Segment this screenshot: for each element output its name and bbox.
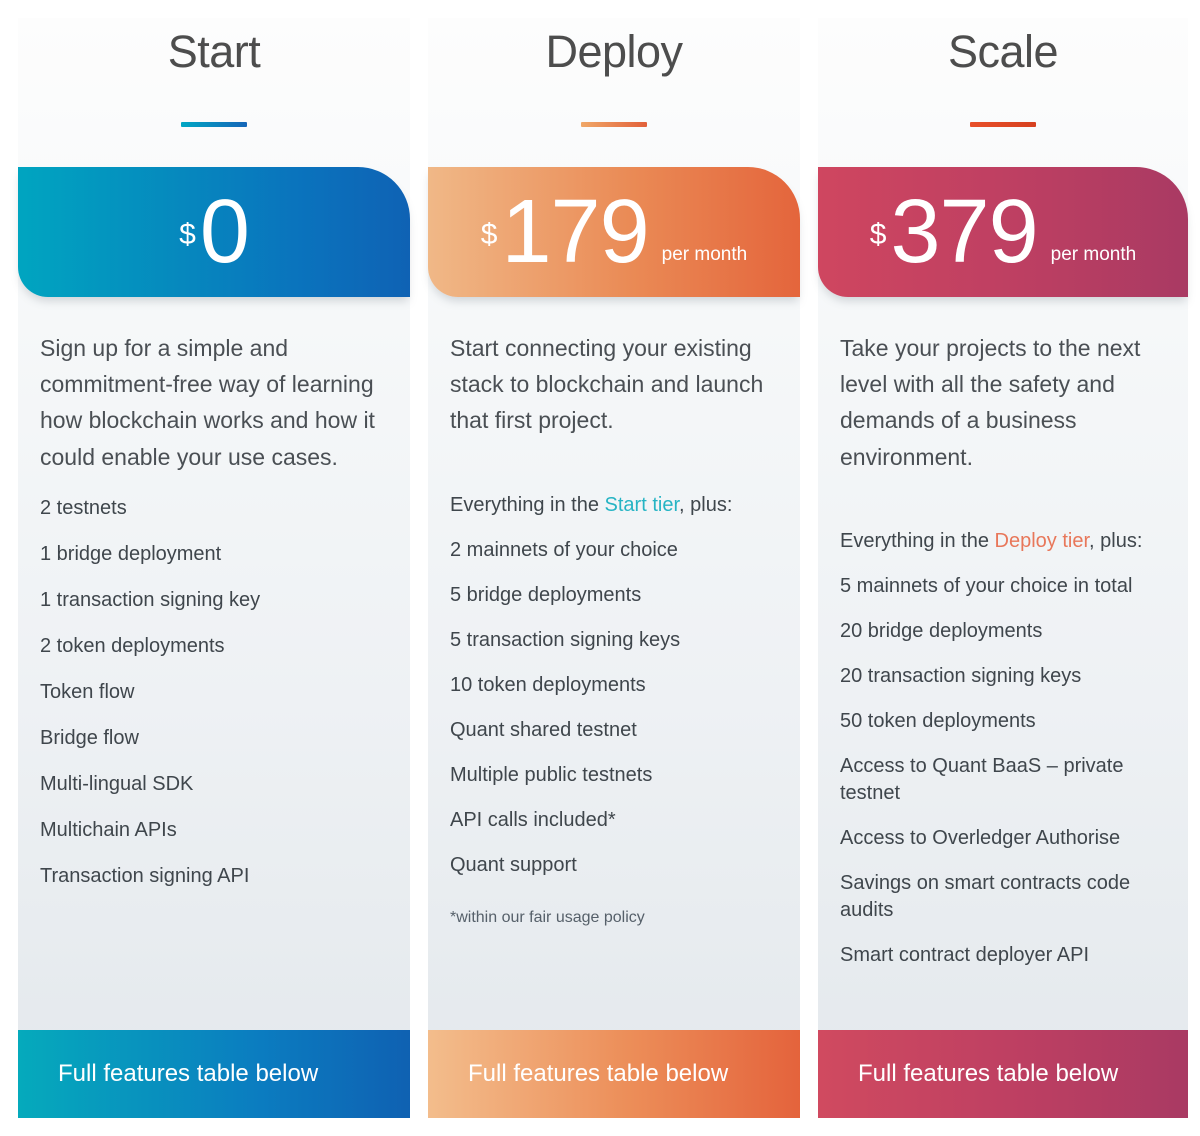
currency-symbol-scale: $ [869,217,887,251]
price-banner-deploy: $ 179 per month [428,167,800,298]
feature-item: Multi-lingual SDK [40,772,194,795]
pricing-table: Start $ 0 Sign up for a simple and commi… [0,0,1200,1136]
tier-body-scale: Take your projects to the next level wit… [818,297,1188,1030]
tier-body-start: Sign up for a simple and commitment-free… [18,297,410,1030]
tier-header-scale: Scale [818,18,1188,128]
feature-item: 1 bridge deployment [40,542,222,565]
feature-item: 2 testnets [40,496,127,519]
feature-item: Access to Quant BaaS – private testnet [840,754,1124,804]
feature-item: 2 mainnets of your choice [450,538,678,561]
price-row-deploy: $ 179 per month [480,181,748,282]
price-amount-deploy: 179 [501,181,649,282]
feature-item: API calls included* [450,808,616,831]
price-banner-scale: $ 379 per month [818,167,1188,298]
price-banner-wrap-deploy: $ 179 per month [428,167,800,298]
accent-bar-scale [970,122,1036,128]
tier-description-scale: Take your projects to the next level wit… [840,335,1141,470]
feature-item: 10 token deployments [450,673,646,696]
tier-header-deploy: Deploy [428,18,800,128]
feature-item: 5 mainnets of your choice in total [840,574,1133,597]
feature-item: 2 token deployments [40,634,225,657]
full-features-table-link-start[interactable]: Full features table below [18,1030,410,1118]
feature-list-deploy: 2 mainnets of your choice 5 bridge deplo… [450,537,778,879]
feature-item: Smart contract deployer API [840,943,1090,966]
feature-item: Token flow [40,680,135,703]
tier-title-scale: Scale [947,26,1059,77]
feature-item: Multiple public testnets [450,763,653,786]
price-amount-scale: 379 [890,181,1038,282]
plus-tier-link-scale[interactable]: Deploy tier [995,530,1090,552]
price-banner-wrap-scale: $ 379 per month [818,167,1188,298]
price-period-scale: per month [1050,243,1137,265]
feature-item: 20 bridge deployments [840,619,1043,642]
plus-tier-link-deploy[interactable]: Start tier [605,494,679,516]
feature-item: Transaction signing API [40,864,250,887]
tier-title-start: Start [167,26,261,77]
price-period-deploy: per month [661,243,748,265]
tier-plus-line-deploy: Everything in the Start tier, plus: [450,494,778,517]
plus-suffix-scale: , plus: [1089,529,1143,552]
accent-bar-deploy [581,122,647,128]
currency-symbol-deploy: $ [480,217,498,251]
tier-footnote-deploy: *within our fair usage policy [450,908,645,926]
tier-title-deploy: Deploy [545,26,683,77]
plus-prefix-deploy: Everything in the [450,493,605,516]
pricing-card-deploy: Deploy $ 179 per month Start connecting … [428,18,800,1118]
feature-item: Multichain APIs [40,818,177,841]
price-amount-start: 0 [199,181,250,282]
pricing-card-start: Start $ 0 Sign up for a simple and commi… [18,18,410,1118]
price-banner-wrap-start: $ 0 [18,167,410,298]
plus-prefix-scale: Everything in the [840,529,995,552]
feature-item: Quant shared testnet [450,718,637,741]
tier-body-deploy: Start connecting your existing stack to … [428,297,800,1030]
price-row-start: $ 0 [179,181,250,282]
tier-plus-line-scale: Everything in the Deploy tier, plus: [840,530,1166,553]
footer-label-deploy: Full features table below [468,1060,729,1087]
tier-description-deploy: Start connecting your existing stack to … [450,335,764,434]
feature-item: 50 token deployments [840,709,1036,732]
feature-item: Bridge flow [40,726,139,749]
feature-item: 20 transaction signing keys [840,664,1082,687]
feature-item: Access to Overledger Authorise [840,826,1121,849]
feature-item: 1 transaction signing key [40,588,261,611]
tier-header-start: Start [18,18,410,128]
full-features-table-link-deploy[interactable]: Full features table below [428,1030,800,1118]
footer-label-start: Full features table below [58,1060,319,1087]
currency-symbol-start: $ [179,217,196,251]
full-features-table-link-scale[interactable]: Full features table below [818,1030,1188,1118]
feature-list-start: 2 testnets 1 bridge deployment 1 transac… [40,495,388,890]
feature-item: Quant support [450,853,577,876]
feature-item: 5 bridge deployments [450,583,642,606]
plus-suffix-deploy: , plus: [679,493,733,516]
feature-item: Savings on smart contracts code audits [840,871,1131,921]
feature-list-scale: 5 mainnets of your choice in total 20 br… [840,573,1166,969]
footer-label-scale: Full features table below [858,1060,1119,1087]
pricing-card-scale: Scale $ 379 per month Take your projects… [818,18,1188,1118]
accent-bar-start [181,122,247,128]
feature-item: 5 transaction signing keys [450,628,681,651]
tier-description-start: Sign up for a simple and commitment-free… [40,335,375,470]
price-row-scale: $ 379 per month [869,181,1137,282]
price-banner-start: $ 0 [18,167,410,298]
